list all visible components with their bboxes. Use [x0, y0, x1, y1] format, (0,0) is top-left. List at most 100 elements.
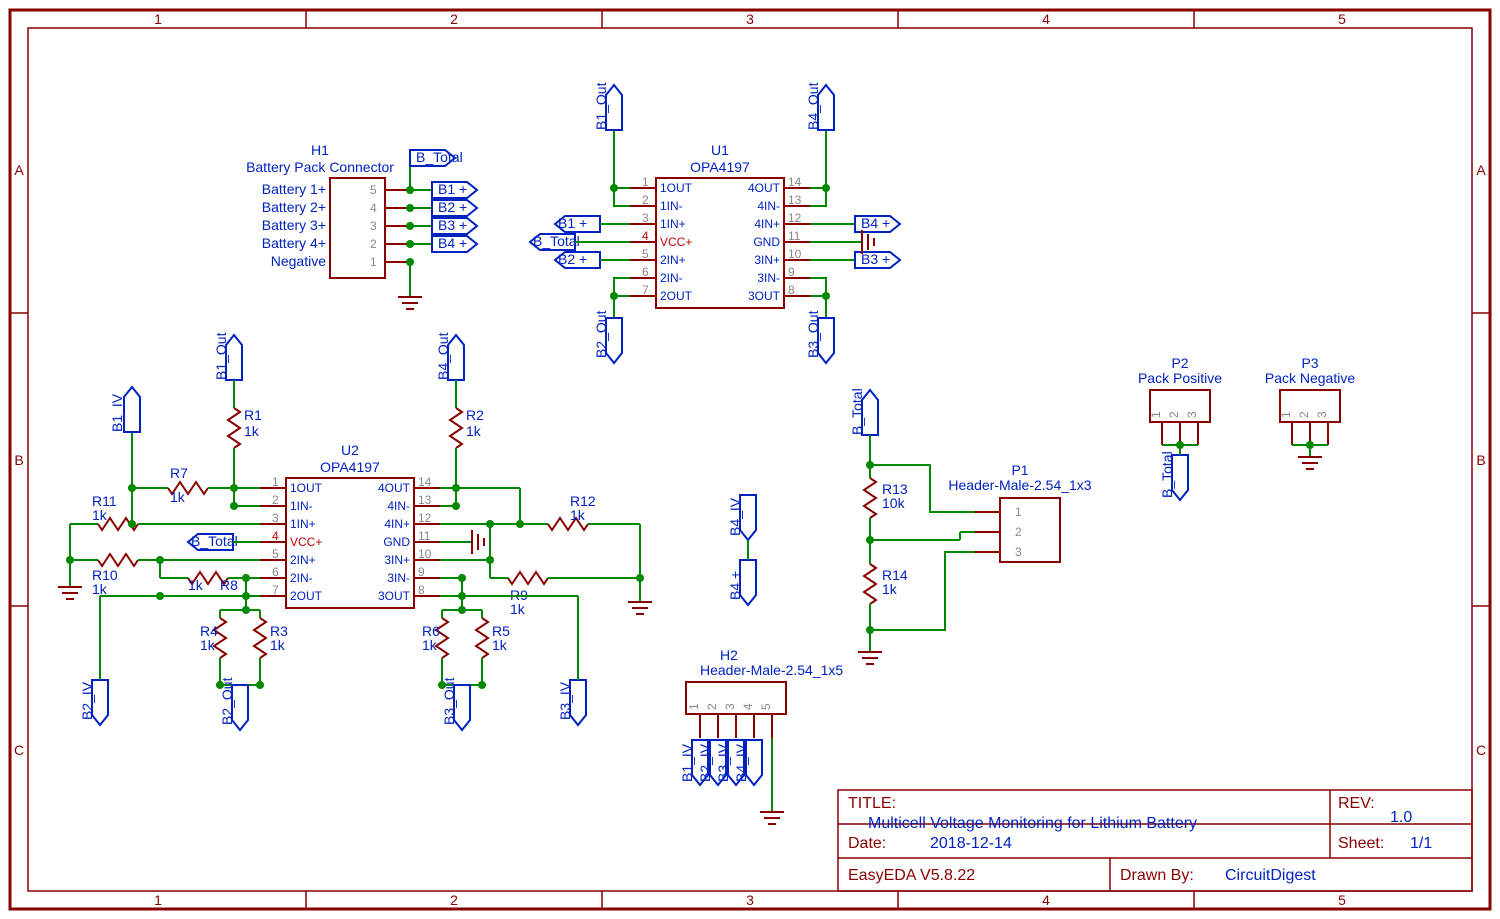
svg-text:Pack Positive: Pack Positive — [1138, 370, 1222, 386]
component-r14: R141k — [864, 556, 908, 612]
svg-text:2: 2 — [1297, 411, 1311, 418]
svg-text:10: 10 — [788, 247, 802, 261]
drawn-label: Drawn By: — [1120, 867, 1194, 884]
svg-text:3: 3 — [1015, 545, 1022, 559]
svg-text:GND: GND — [383, 535, 410, 549]
component-r13: R1310k — [864, 470, 908, 526]
title-value: Multicell Voltage Monitoring for Lithium… — [868, 815, 1197, 832]
svg-text:2IN-: 2IN- — [660, 271, 683, 285]
rev-label: REV: — [1338, 795, 1375, 812]
svg-text:P3: P3 — [1301, 355, 1318, 371]
svg-text:B2_IV: B2_IV — [79, 681, 95, 720]
svg-text:3IN+: 3IN+ — [754, 253, 780, 267]
svg-text:Header-Male-2.54_1x3: Header-Male-2.54_1x3 — [948, 477, 1091, 493]
svg-text:5: 5 — [272, 547, 279, 561]
svg-text:Negative: Negative — [271, 253, 326, 269]
svg-text:Battery 2+: Battery 2+ — [262, 199, 326, 215]
svg-text:R1: R1 — [244, 407, 262, 423]
svg-text:B_Total: B_Total — [533, 233, 580, 249]
svg-text:5: 5 — [642, 247, 649, 261]
svg-text:8: 8 — [788, 283, 795, 297]
svg-text:1k: 1k — [882, 581, 898, 597]
svg-text:6: 6 — [642, 265, 649, 279]
svg-text:5: 5 — [759, 703, 773, 710]
component-r12: R121k — [540, 493, 596, 530]
svg-text:1: 1 — [154, 11, 162, 27]
svg-text:B2_Out: B2_Out — [593, 310, 609, 358]
svg-text:1IN+: 1IN+ — [290, 517, 316, 531]
component-p3: P3 Pack Negative 1 2 3 — [1265, 355, 1355, 469]
component-r4: R41k — [200, 610, 226, 666]
schematic-canvas: 1 2 3 4 5 1 2 3 4 5 A B C A B C TITLE: M… — [0, 0, 1500, 919]
component-p2: P2 Pack Positive 1 2 3 B_Total — [1138, 355, 1222, 500]
svg-text:Header-Male-2.54_1x5: Header-Male-2.54_1x5 — [700, 662, 843, 678]
svg-text:3IN-: 3IN- — [387, 571, 410, 585]
svg-text:1k: 1k — [92, 507, 108, 523]
svg-text:1k: 1k — [270, 637, 286, 653]
svg-text:2: 2 — [642, 193, 649, 207]
svg-text:4IN+: 4IN+ — [754, 217, 780, 231]
svg-text:B4_Out: B4_Out — [805, 82, 821, 130]
svg-text:B4 +: B4 + — [727, 571, 743, 600]
svg-text:C: C — [14, 742, 24, 758]
svg-text:5: 5 — [370, 183, 377, 197]
svg-text:B1_IV: B1_IV — [109, 393, 125, 432]
svg-text:B1_Out: B1_Out — [593, 82, 609, 130]
svg-text:B1_Out: B1_Out — [213, 332, 229, 380]
svg-text:4: 4 — [741, 703, 755, 710]
svg-text:2IN+: 2IN+ — [290, 553, 316, 567]
svg-text:1OUT: 1OUT — [660, 181, 693, 195]
svg-text:5: 5 — [1338, 892, 1346, 908]
svg-text:U2: U2 — [341, 442, 359, 458]
svg-text:3IN+: 3IN+ — [384, 553, 410, 567]
svg-text:14: 14 — [418, 475, 432, 489]
divider-p1: B_Total R1310k R141k P1 Header-Male-2.54… — [849, 388, 1092, 664]
svg-text:B3 +: B3 + — [861, 251, 890, 267]
svg-text:Pack Negative: Pack Negative — [1265, 370, 1355, 386]
component-r1: R11k — [228, 400, 262, 456]
svg-text:1IN+: 1IN+ — [660, 217, 686, 231]
svg-text:1k: 1k — [188, 577, 204, 593]
svg-text:Battery 3+: Battery 3+ — [262, 217, 326, 233]
svg-text:Battery Pack Connector: Battery Pack Connector — [246, 159, 394, 175]
svg-text:3: 3 — [272, 511, 279, 525]
svg-text:3: 3 — [370, 219, 377, 233]
svg-text:1: 1 — [272, 475, 279, 489]
svg-text:OPA4197: OPA4197 — [320, 459, 380, 475]
svg-text:2IN+: 2IN+ — [660, 253, 686, 267]
svg-text:3: 3 — [642, 211, 649, 225]
svg-text:2: 2 — [272, 493, 279, 507]
component-r6: R61k — [422, 610, 448, 666]
component-r5: R51k — [476, 610, 510, 666]
svg-text:B: B — [14, 452, 23, 468]
svg-text:1: 1 — [370, 255, 377, 269]
svg-text:2: 2 — [450, 892, 458, 908]
component-h2: H2 Header-Male-2.54_1x5 1 2 3 4 5 B1_IV … — [679, 647, 843, 824]
svg-text:B_Total: B_Total — [1159, 451, 1175, 498]
svg-text:7: 7 — [642, 283, 649, 297]
svg-text:3OUT: 3OUT — [748, 289, 781, 303]
drawing-frame: 1 2 3 4 5 1 2 3 4 5 A B C A B C — [10, 10, 1490, 909]
svg-text:B4 +: B4 + — [438, 235, 467, 251]
svg-text:C: C — [1476, 742, 1486, 758]
svg-text:P2: P2 — [1171, 355, 1188, 371]
svg-text:B2 +: B2 + — [438, 199, 467, 215]
svg-text:2: 2 — [1167, 411, 1181, 418]
svg-text:1: 1 — [154, 892, 162, 908]
svg-text:VCC+: VCC+ — [290, 535, 322, 549]
svg-text:H2: H2 — [720, 647, 738, 663]
svg-text:4: 4 — [1042, 892, 1050, 908]
title-label: TITLE: — [848, 795, 896, 812]
component-r7: R71k — [160, 465, 216, 505]
svg-text:2OUT: 2OUT — [660, 289, 693, 303]
svg-text:B2 +: B2 + — [558, 251, 587, 267]
svg-text:1IN-: 1IN- — [660, 199, 683, 213]
component-r3: R31k — [254, 610, 288, 666]
drawn-value: CircuitDigest — [1225, 867, 1316, 884]
svg-text:8: 8 — [418, 583, 425, 597]
svg-text:4IN+: 4IN+ — [384, 517, 410, 531]
svg-text:1IN-: 1IN- — [290, 499, 313, 513]
svg-text:2: 2 — [705, 703, 719, 710]
component-r8: R81k — [180, 572, 238, 593]
svg-text:3: 3 — [723, 703, 737, 710]
